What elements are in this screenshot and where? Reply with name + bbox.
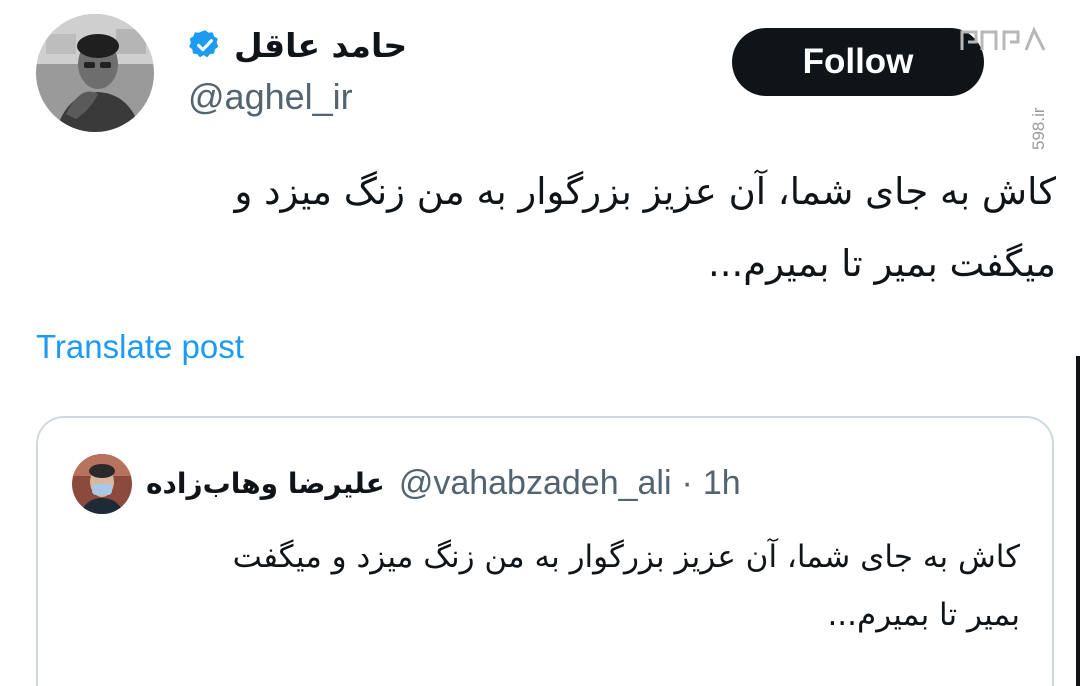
author-handle[interactable]: @aghel_ir [188,76,353,118]
site-watermark-text: 598.ir [1029,107,1048,150]
quoted-post-card[interactable]: علیرضا وهاب‌زاده @vahabzadeh_ali · 1h کا… [36,416,1054,686]
avatar-photo-icon [36,14,154,132]
quoted-text-line: بمیر تا بمیرم... [827,597,1020,633]
site-watermark-logo-icon [960,26,1046,51]
quoted-author-name[interactable]: علیرضا وهاب‌زاده [146,467,385,500]
quoted-author-avatar[interactable] [72,454,132,514]
quoted-post-header: علیرضا وهاب‌زاده @vahabzadeh_ali · 1h [146,458,741,508]
quoted-post-time[interactable]: 1h [703,464,741,503]
verified-badge-icon [189,30,219,58]
quoted-author-handle[interactable]: @vahabzadeh_ali [399,464,672,503]
post-text-line: میگفت بمیر تا بمیرم... [707,242,1056,285]
quoted-post-text: کاش به جای شما، آن عزیز بزرگوار به من زن… [98,528,1020,644]
post-text: کاش به جای شما، آن عزیز بزرگوار به من زن… [60,156,1056,300]
author-display-name[interactable]: حامد عاقل [234,26,407,65]
post-text-line: کاش به جای شما، آن عزیز بزرگوار به من زن… [234,170,1056,213]
svg-text:598.ir: 598.ir [1029,107,1048,150]
edge-divider [1076,356,1080,686]
author-name-row: حامد عاقل [188,20,407,70]
avatar-photo-icon [72,454,132,514]
follow-button[interactable]: Follow [732,28,984,96]
tweet-screenshot: حامد عاقل @aghel_ir Follow 598.ir کاش به… [0,0,1080,686]
translate-post-link[interactable]: Translate post [36,328,244,366]
quoted-text-line: کاش به جای شما، آن عزیز بزرگوار به من زن… [232,539,1020,575]
author-avatar[interactable] [36,14,154,132]
dot-separator: · [681,463,693,502]
